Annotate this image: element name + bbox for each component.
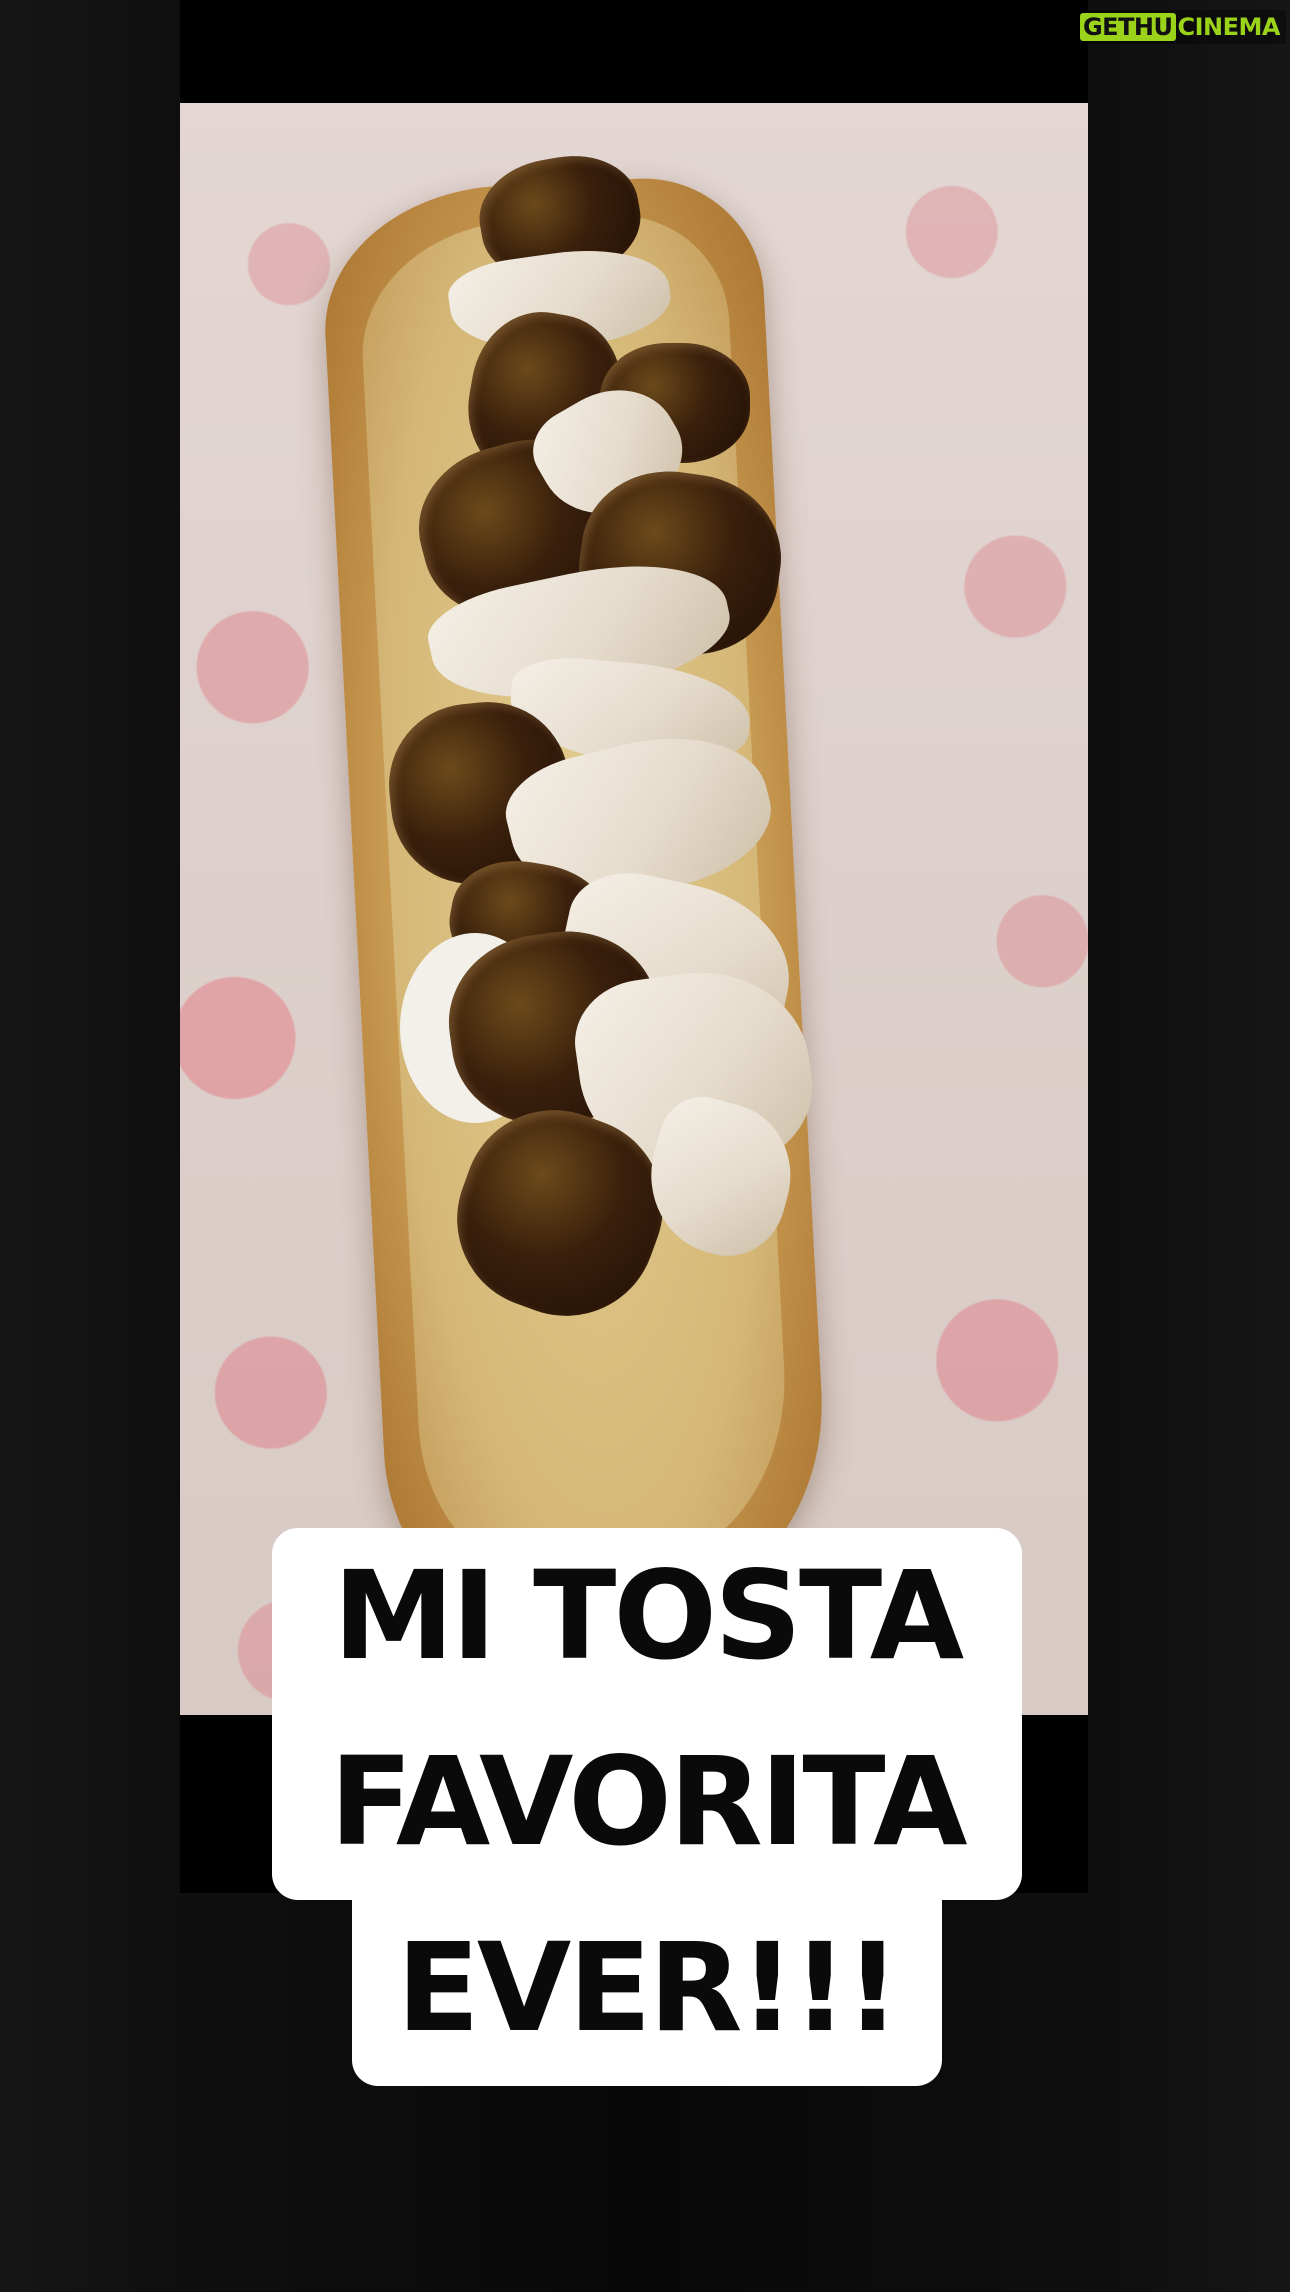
- channel-watermark: GETHU CINEMA: [1075, 10, 1286, 44]
- food-photo: [180, 103, 1088, 1715]
- caption-line-3: EVER!!!: [352, 1900, 942, 2086]
- story-screen: GETHU CINEMA MI TOSTA FAVORITA EVER!!!: [0, 0, 1290, 2292]
- watermark-left-text: GETHU: [1079, 13, 1176, 41]
- watermark-right-text: CINEMA: [1177, 13, 1281, 41]
- caption-line-2: FAVORITA: [272, 1714, 1022, 1900]
- caption-sticker: MI TOSTA FAVORITA EVER!!!: [272, 1528, 1022, 2086]
- caption-line-1: MI TOSTA: [272, 1528, 1022, 1714]
